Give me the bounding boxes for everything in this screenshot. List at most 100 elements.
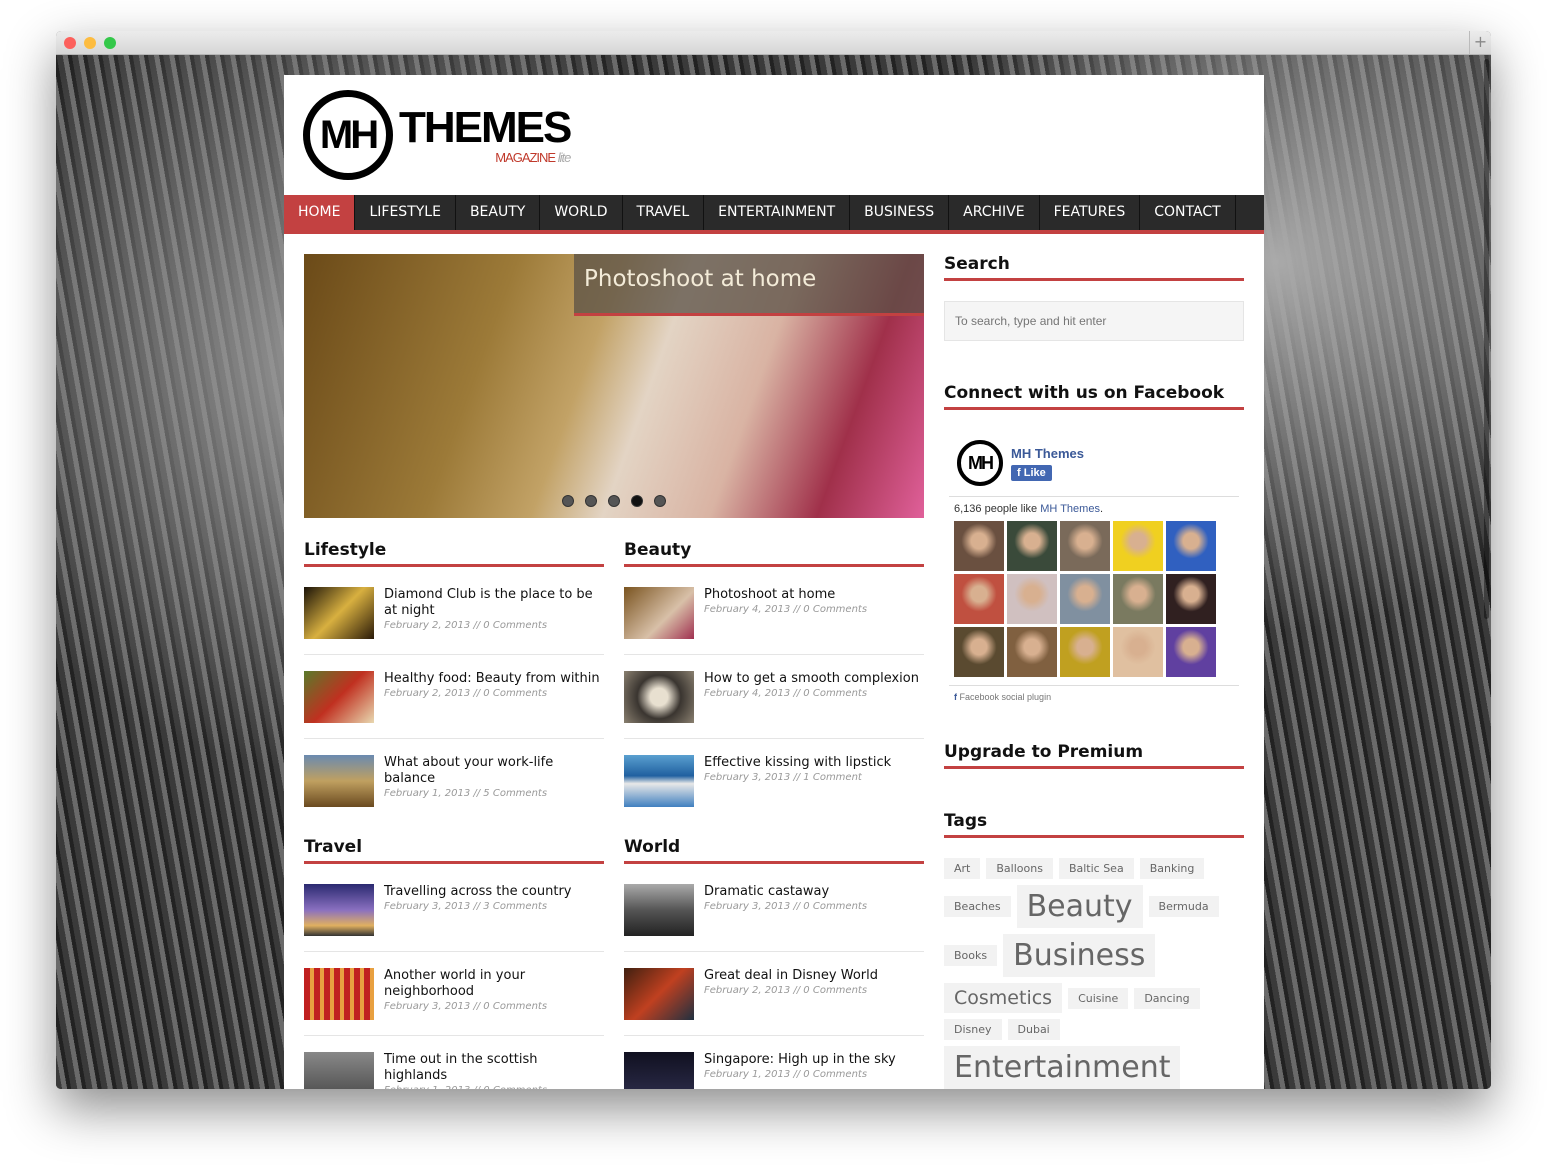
nav-home[interactable]: HOME	[284, 195, 356, 230]
nav-archive[interactable]: ARCHIVE	[949, 195, 1040, 230]
post-item[interactable]: Healthy food: Beauty from within February…	[304, 671, 604, 739]
slider-dot[interactable]	[562, 495, 574, 507]
fb-fan-avatar[interactable]	[1166, 574, 1216, 624]
search-input[interactable]	[944, 301, 1244, 341]
fb-count-link[interactable]: MH Themes	[1040, 503, 1100, 515]
post-item[interactable]: Time out in the scottish highlandsFebrua…	[304, 1052, 604, 1089]
new-tab-button[interactable]: +	[1469, 31, 1491, 55]
nav-business[interactable]: BUSINESS	[850, 195, 950, 230]
post-thumbnail[interactable]	[304, 755, 374, 807]
minimize-button[interactable]	[84, 37, 96, 49]
post-thumbnail[interactable]	[304, 968, 374, 1020]
post-thumbnail[interactable]	[304, 1052, 374, 1089]
post-thumbnail[interactable]	[624, 671, 694, 723]
post-item[interactable]: Dramatic castaway February 3, 2013 // 0 C…	[624, 884, 924, 952]
post-thumbnail[interactable]	[624, 587, 694, 639]
nav-contact[interactable]: CONTACT	[1140, 195, 1236, 230]
fb-fan-avatar[interactable]	[1113, 574, 1163, 624]
post-title[interactable]: Great deal in Disney World	[704, 968, 878, 984]
fb-fan-avatar[interactable]	[1060, 521, 1110, 571]
post-item[interactable]: Effective kissing with lipstick February …	[624, 755, 924, 823]
post-title[interactable]: Time out in the scottish highlands	[384, 1052, 604, 1084]
tag-baltic-sea[interactable]: Baltic Sea	[1058, 858, 1134, 879]
tag-beaches[interactable]: Beaches	[944, 896, 1011, 917]
fb-page-avatar[interactable]: MH	[957, 440, 1003, 486]
fb-fan-avatar[interactable]	[1166, 627, 1216, 677]
fb-page-name[interactable]: MH Themes	[1011, 446, 1084, 461]
fb-fan-avatar[interactable]	[954, 627, 1004, 677]
post-title[interactable]: Photoshoot at home	[704, 587, 867, 603]
fb-plugin-label[interactable]: Facebook social plugin	[960, 692, 1052, 702]
post-title[interactable]: How to get a smooth complexion	[704, 671, 919, 687]
nav-world[interactable]: WORLD	[540, 195, 623, 230]
section-heading[interactable]: Lifestyle	[304, 540, 604, 567]
tag-cosmetics[interactable]: Cosmetics	[944, 983, 1063, 1013]
post-thumbnail[interactable]	[624, 755, 694, 807]
nav-beauty[interactable]: BEAUTY	[456, 195, 541, 230]
post-title[interactable]: Travelling across the country	[384, 884, 571, 900]
post-item[interactable]: Photoshoot at home February 4, 2013 // 0 …	[624, 587, 924, 655]
site-logo[interactable]: MH THEMES MAGAZINE lite	[303, 90, 572, 180]
post-title[interactable]: Diamond Club is the place to be at night	[384, 587, 604, 619]
fb-fan-avatar[interactable]	[1166, 521, 1216, 571]
post-thumbnail[interactable]	[624, 1052, 694, 1089]
post-title[interactable]: Singapore: High up in the sky	[704, 1052, 896, 1068]
tag-dancing[interactable]: Dancing	[1134, 987, 1200, 1009]
tag-bermuda[interactable]: Bermuda	[1148, 896, 1219, 917]
section-heading[interactable]: Beauty	[624, 540, 924, 567]
nav-features[interactable]: FEATURES	[1040, 195, 1141, 230]
zoom-button[interactable]	[104, 37, 116, 49]
post-thumbnail[interactable]	[304, 671, 374, 723]
section-heading[interactable]: World	[624, 837, 924, 864]
tag-cuisine[interactable]: Cuisine	[1068, 987, 1129, 1009]
post-item[interactable]: Travelling across the country February 3,…	[304, 884, 604, 952]
post-thumbnail[interactable]	[624, 968, 694, 1020]
post-item[interactable]: Singapore: High up in the sky February 1,…	[624, 1052, 924, 1089]
scrollbar[interactable]	[1484, 59, 1489, 619]
premium-heading[interactable]: Upgrade to Premium	[944, 742, 1244, 769]
nav-travel[interactable]: TRAVEL	[623, 195, 705, 230]
featured-slider[interactable]: Photoshoot at home	[304, 254, 924, 518]
tag-balloons[interactable]: Balloons	[986, 858, 1053, 879]
post-title[interactable]: Healthy food: Beauty from within	[384, 671, 600, 687]
fb-fan-avatar[interactable]	[1007, 521, 1057, 571]
section-heading[interactable]: Travel	[304, 837, 604, 864]
nav-entertainment[interactable]: ENTERTAINMENT	[704, 195, 851, 230]
tag-art[interactable]: Art	[944, 858, 981, 879]
slider-dot[interactable]	[608, 495, 620, 507]
fb-fan-avatar[interactable]	[1007, 627, 1057, 677]
tag-business[interactable]: Business	[1003, 934, 1156, 977]
fb-like-button[interactable]: f Like	[1011, 464, 1052, 481]
post-item[interactable]: What about your work-life balance Februar…	[304, 755, 604, 823]
nav-lifestyle[interactable]: LIFESTYLE	[355, 195, 456, 230]
post-item[interactable]: How to get a smooth complexion February 4…	[624, 671, 924, 739]
slider-dot[interactable]	[585, 495, 597, 507]
fb-fan-avatar[interactable]	[1113, 521, 1163, 571]
post-item[interactable]: Another world in your neighborhood Februa…	[304, 968, 604, 1036]
tag-banking[interactable]: Banking	[1139, 858, 1205, 879]
post-title[interactable]: Dramatic castaway	[704, 884, 867, 900]
fb-fan-avatar[interactable]	[1007, 574, 1057, 624]
fb-fan-avatar[interactable]	[954, 521, 1004, 571]
tag-books[interactable]: Books	[944, 945, 998, 966]
post-title[interactable]: Effective kissing with lipstick	[704, 755, 891, 771]
post-thumbnail[interactable]	[304, 884, 374, 936]
post-title[interactable]: Another world in your neighborhood	[384, 968, 604, 1000]
post-thumbnail[interactable]	[304, 587, 374, 639]
slide-title[interactable]: Photoshoot at home	[574, 254, 924, 316]
fb-fan-avatar[interactable]	[1060, 574, 1110, 624]
slider-dot[interactable]	[631, 495, 643, 507]
close-button[interactable]	[64, 37, 76, 49]
post-title[interactable]: What about your work-life balance	[384, 755, 604, 787]
post-item[interactable]: Diamond Club is the place to be at night…	[304, 587, 604, 655]
slider-dot[interactable]	[654, 495, 666, 507]
tag-entertainment[interactable]: Entertainment	[944, 1046, 1181, 1089]
tag-beauty[interactable]: Beauty	[1016, 885, 1143, 928]
fb-fan-avatar[interactable]	[1060, 627, 1110, 677]
fb-fan-avatar[interactable]	[1113, 627, 1163, 677]
tag-dubai[interactable]: Dubai	[1007, 1019, 1060, 1040]
fb-fan-avatar[interactable]	[954, 574, 1004, 624]
tag-disney[interactable]: Disney	[944, 1019, 1002, 1040]
post-item[interactable]: Great deal in Disney World February 2, 20…	[624, 968, 924, 1036]
post-thumbnail[interactable]	[624, 884, 694, 936]
